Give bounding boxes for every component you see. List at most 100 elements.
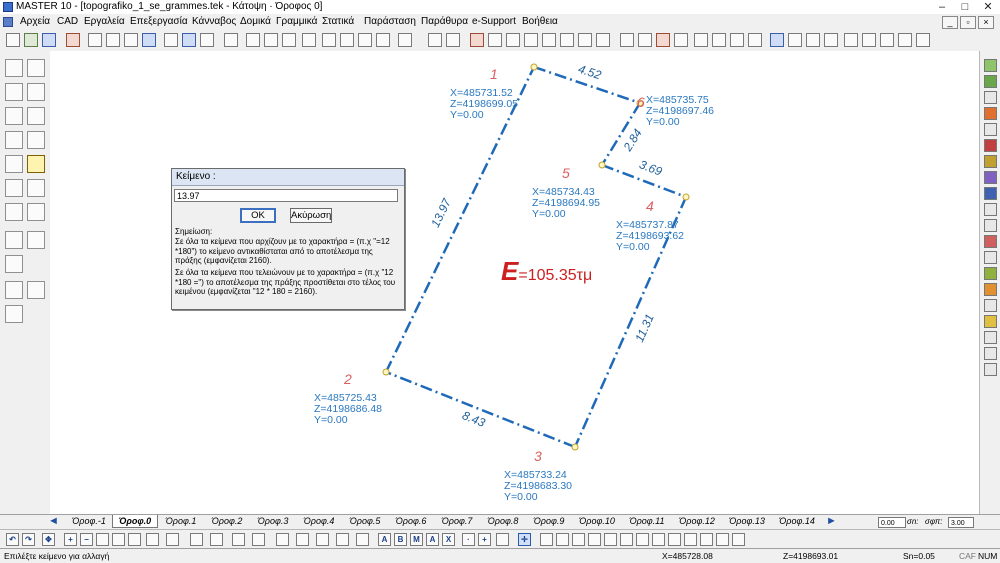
snap-near-icon[interactable] xyxy=(620,533,633,546)
switch-icon[interactable] xyxy=(984,331,997,344)
settings-icon[interactable] xyxy=(200,33,214,47)
tab-floor-2[interactable]: Όροφ.2 xyxy=(204,515,250,528)
snap-insert-icon[interactable] xyxy=(716,533,729,546)
snap-icon[interactable] xyxy=(210,533,223,546)
text-icon[interactable] xyxy=(302,33,316,47)
layer-pencil-icon[interactable] xyxy=(984,107,997,120)
circle-icon[interactable] xyxy=(264,33,278,47)
point-number[interactable]: 5 xyxy=(562,165,570,181)
snap-node-icon[interactable] xyxy=(700,533,713,546)
vertex-4[interactable] xyxy=(682,193,690,201)
point-coord-y[interactable]: Y=0.00 xyxy=(314,415,348,426)
foundation-icon[interactable] xyxy=(674,33,688,47)
snap-off-icon[interactable] xyxy=(732,533,745,546)
point-number[interactable]: 1 xyxy=(490,66,498,82)
point-number[interactable]: 3 xyxy=(534,448,542,464)
save-icon[interactable] xyxy=(42,33,56,47)
color-icon[interactable] xyxy=(470,33,484,47)
valve-icon[interactable] xyxy=(984,363,997,376)
point-coord-y[interactable]: Y=0.00 xyxy=(504,492,538,503)
snap-grid-icon[interactable] xyxy=(540,533,553,546)
crosshair-icon[interactable]: ✛ xyxy=(518,533,531,546)
hand-icon[interactable] xyxy=(844,33,858,47)
scroll-right-arrow-icon[interactable]: ► xyxy=(826,515,837,528)
mdi-restore-button[interactable]: ▫ xyxy=(960,16,976,29)
zoom-in-icon[interactable]: + xyxy=(64,533,77,546)
point-coord-y[interactable]: Y=0.00 xyxy=(450,110,484,121)
zoom-extents-icon[interactable] xyxy=(128,533,141,546)
height-input[interactable]: 3.00 xyxy=(948,517,974,528)
layout-icon[interactable] xyxy=(316,533,329,546)
cancel-button[interactable]: Ακύρωση xyxy=(290,208,332,223)
mdi-minimize-button[interactable]: _ xyxy=(942,16,958,29)
layer-text-icon[interactable] xyxy=(984,219,997,232)
layer-symbol-icon[interactable] xyxy=(984,251,997,264)
tab-floor--1[interactable]: Όροφ.-1 xyxy=(64,515,114,528)
copy-icon[interactable] xyxy=(88,33,102,47)
letter-a2-button[interactable]: A xyxy=(426,533,439,546)
text-vertical-icon[interactable] xyxy=(27,59,45,77)
layer-green-icon[interactable] xyxy=(984,59,997,72)
layer-stairs-icon[interactable] xyxy=(984,91,997,104)
layer-slab-icon[interactable] xyxy=(984,187,997,200)
dot-snap-icon[interactable]: · xyxy=(462,533,475,546)
menu-item-windows[interactable]: Παράθυρα xyxy=(421,16,468,27)
mirror-icon[interactable] xyxy=(542,33,556,47)
snap-end-icon[interactable] xyxy=(556,533,569,546)
snap-tangent-icon[interactable] xyxy=(668,533,681,546)
layer-tree-icon[interactable] xyxy=(984,267,997,280)
analysis-icon[interactable] xyxy=(730,33,744,47)
ok-button[interactable]: OK xyxy=(240,208,276,223)
column-icon[interactable] xyxy=(620,33,634,47)
zoom-all-icon[interactable] xyxy=(146,533,159,546)
eyedropper-red-icon[interactable] xyxy=(27,281,45,299)
hatch-icon[interactable] xyxy=(358,33,372,47)
point-number[interactable]: 2 xyxy=(344,371,352,387)
layer-window-icon[interactable] xyxy=(984,171,997,184)
eraser-icon[interactable] xyxy=(5,131,23,149)
select-icon[interactable] xyxy=(488,33,502,47)
vertex-3[interactable] xyxy=(571,443,579,451)
text-frame-icon[interactable] xyxy=(27,203,45,221)
section-icon[interactable] xyxy=(806,33,820,47)
calculator-icon[interactable] xyxy=(596,33,610,47)
open-folder-icon[interactable] xyxy=(24,33,38,47)
pipe-icon[interactable] xyxy=(984,347,997,360)
grid-icon[interactable] xyxy=(224,33,238,47)
print-icon[interactable] xyxy=(106,33,120,47)
tab-floor-8[interactable]: Όροφ.8 xyxy=(480,515,526,528)
print-preview-icon[interactable] xyxy=(276,533,289,546)
text-copy-icon[interactable] xyxy=(5,155,23,173)
text-split-icon[interactable] xyxy=(27,107,45,125)
tab-floor-12[interactable]: Όροφ.12 xyxy=(672,515,722,528)
tab-floor-9[interactable]: Όροφ.9 xyxy=(526,515,572,528)
point-number[interactable]: 4 xyxy=(646,198,654,214)
menu-item-edit[interactable]: Επεξεργασία xyxy=(130,16,188,27)
arc-icon[interactable] xyxy=(282,33,296,47)
vertex-5[interactable] xyxy=(598,161,606,169)
vertex-2[interactable] xyxy=(382,368,390,376)
ortho-icon[interactable] xyxy=(190,533,203,546)
eyedropper-icon[interactable] xyxy=(5,281,23,299)
menu-item-help[interactable]: Βοήθεια xyxy=(522,16,558,27)
dimension-icon[interactable] xyxy=(322,33,336,47)
speaker-icon[interactable] xyxy=(984,299,997,312)
export-icon[interactable] xyxy=(142,33,156,47)
menu-item-display[interactable]: Παράσταση xyxy=(364,16,416,27)
document-icon[interactable] xyxy=(3,17,13,27)
new-file-icon[interactable] xyxy=(6,33,20,47)
render-icon[interactable] xyxy=(788,33,802,47)
symbol-icon[interactable] xyxy=(340,33,354,47)
menu-item-static[interactable]: Στατικά xyxy=(322,16,354,27)
text-arrow-icon[interactable] xyxy=(5,179,23,197)
hand-grab-icon[interactable] xyxy=(880,33,894,47)
layer-wall-icon[interactable] xyxy=(984,139,997,152)
tab-floor-13[interactable]: Όροφ.13 xyxy=(722,515,772,528)
zoom-window-icon[interactable] xyxy=(96,533,109,546)
snap-angle-icon[interactable] xyxy=(636,533,649,546)
point-coord-y[interactable]: Y=0.00 xyxy=(646,117,680,128)
redraw-icon[interactable] xyxy=(166,533,179,546)
dialog-titlebar[interactable]: Κείμενο : xyxy=(172,169,404,186)
pattern-icon[interactable] xyxy=(376,33,390,47)
properties-icon[interactable] xyxy=(5,305,23,323)
